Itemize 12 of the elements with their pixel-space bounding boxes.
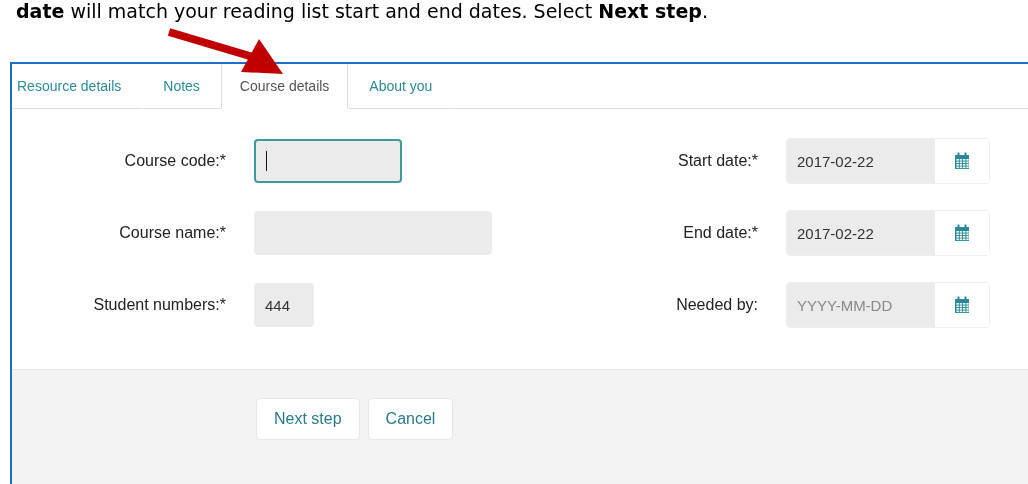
instruction-text: date will match your reading list start and end dates. Select Next step. (15, 0, 709, 24)
field-label: Start date:* (676, 152, 758, 170)
input-field[interactable] (254, 139, 402, 183)
field-label: End date:* (682, 224, 758, 242)
field-label: Student numbers:* (92, 296, 226, 314)
field-label: Course code:* (123, 152, 226, 170)
next-button[interactable]: Next step (256, 398, 360, 440)
field-label: Course name:* (118, 224, 226, 242)
input-field[interactable]: 444 (254, 283, 314, 327)
cancel-button[interactable]: Cancel (367, 398, 454, 440)
tab[interactable]: Course details (220, 64, 349, 109)
field-label: Needed by: (675, 296, 758, 314)
